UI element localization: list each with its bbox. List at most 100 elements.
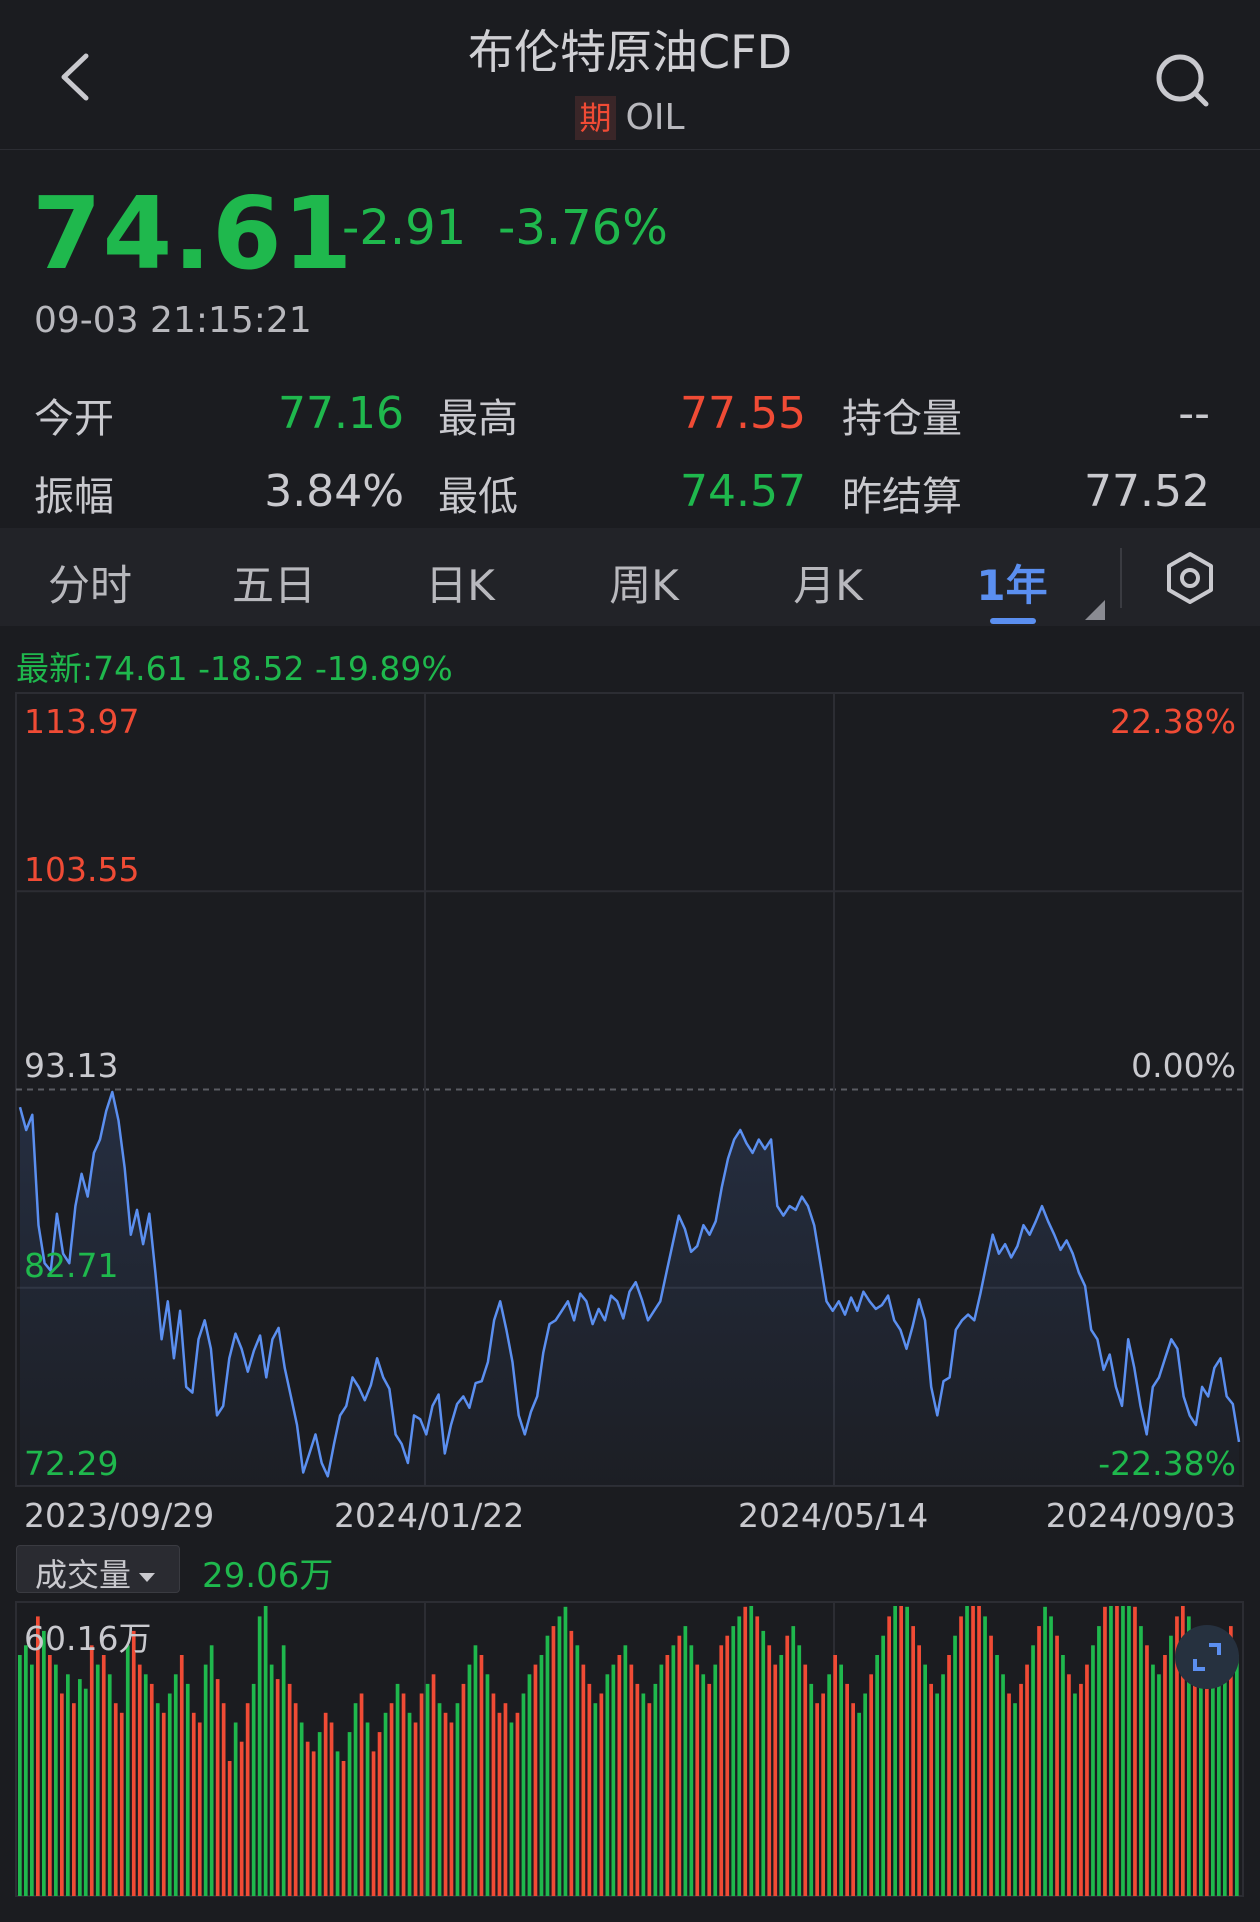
volume-bar: [689, 1645, 694, 1896]
tab-weekly-k[interactable]: 周K: [584, 552, 704, 613]
y-pct-min: -22.38%: [1098, 1444, 1236, 1483]
volume-bar: [1025, 1664, 1029, 1896]
volume-bar: [155, 1703, 160, 1896]
volume-bar: [719, 1645, 724, 1896]
volume-bar: [251, 1683, 256, 1896]
volume-bar: [887, 1616, 891, 1896]
volume-bar: [1031, 1645, 1035, 1896]
volume-bar: [563, 1606, 568, 1896]
volume-bar: [797, 1645, 802, 1896]
volume-bar: [431, 1674, 436, 1896]
volume-bar: [749, 1606, 754, 1896]
y-label-min: 72.29: [24, 1444, 119, 1483]
tab-one-year[interactable]: 1年: [952, 552, 1072, 613]
volume-bar: [1067, 1674, 1071, 1896]
settings-hexagon-icon: [1167, 552, 1213, 604]
volume-bar: [30, 1664, 34, 1896]
volume-bar: [1121, 1606, 1125, 1896]
volume-bar: [18, 1655, 22, 1896]
volume-bar: [761, 1630, 766, 1896]
volume-bar: [839, 1664, 843, 1896]
quote-time: 09-03 21:15:21: [34, 300, 312, 341]
price-line-chart[interactable]: [0, 690, 1260, 1490]
stat-value-prev-settle: 77.52: [1084, 466, 1210, 517]
volume-bar: [467, 1664, 472, 1896]
volume-bar: [869, 1674, 873, 1896]
volume-bar: [527, 1674, 532, 1896]
volume-bar: [1235, 1655, 1239, 1896]
volume-bar: [66, 1674, 70, 1896]
volume-bar: [78, 1679, 82, 1896]
volume-bar-chart[interactable]: [0, 1600, 1260, 1900]
volume-bar: [443, 1712, 448, 1896]
volume-bar: [941, 1674, 945, 1896]
volume-bar: [245, 1703, 250, 1896]
volume-bar: [1019, 1683, 1023, 1896]
tab-intraday[interactable]: 分时: [30, 552, 150, 613]
volume-bar: [587, 1683, 592, 1896]
volume-bar: [1109, 1606, 1113, 1896]
volume-bar: [305, 1741, 310, 1896]
volume-bar: [911, 1626, 915, 1896]
volume-bar: [953, 1635, 957, 1896]
tab-monthly-k[interactable]: 月K: [768, 552, 888, 613]
volume-bar: [215, 1679, 220, 1896]
volume-bar: [179, 1655, 184, 1896]
volume-bar: [503, 1703, 508, 1896]
volume-bar: [24, 1645, 28, 1896]
volume-bar: [377, 1732, 382, 1896]
volume-bar: [803, 1664, 808, 1896]
volume-bar: [659, 1664, 664, 1896]
volume-bar: [509, 1722, 514, 1896]
volume-bar: [1079, 1683, 1083, 1896]
volume-bar: [125, 1645, 130, 1896]
volume-bar: [1001, 1674, 1005, 1896]
volume-bar: [959, 1616, 963, 1896]
volume-bar: [317, 1732, 322, 1896]
volume-bar: [1145, 1645, 1149, 1896]
volume-bar: [1073, 1693, 1077, 1896]
volume-bar: [755, 1616, 760, 1896]
volume-bar: [131, 1630, 136, 1896]
tab-daily-k[interactable]: 日K: [400, 552, 520, 613]
volume-bar: [893, 1606, 897, 1896]
volume-bar: [287, 1683, 292, 1896]
tab-five-day[interactable]: 五日: [214, 552, 334, 613]
volume-bar: [239, 1741, 244, 1896]
search-button[interactable]: [1150, 48, 1216, 114]
volume-bar: [89, 1645, 94, 1896]
stat-value-amplitude: 3.84%: [264, 466, 404, 517]
volume-bar: [539, 1655, 544, 1896]
volume-bar: [323, 1712, 328, 1896]
volume-bar: [767, 1645, 772, 1896]
chart-settings-button[interactable]: [1162, 550, 1218, 606]
expand-chart-button[interactable]: [1175, 1625, 1239, 1689]
volume-bar: [995, 1655, 999, 1896]
volume-bar: [851, 1703, 855, 1896]
volume-bar: [593, 1703, 598, 1896]
volume-bar: [1055, 1635, 1059, 1896]
volume-bar: [1139, 1626, 1143, 1896]
indicator-dropdown[interactable]: 成交量: [16, 1545, 180, 1594]
volume-bars: [18, 1606, 1239, 1896]
volume-bar: [1169, 1635, 1173, 1896]
chart-summary: 最新:74.61 -18.52 -19.89%: [16, 649, 453, 688]
volume-bar: [233, 1722, 238, 1896]
current-price: 74.61: [32, 175, 354, 292]
x-label-end: 2024/09/03: [1045, 1496, 1236, 1535]
volume-bar: [1127, 1606, 1131, 1896]
volume-bar: [101, 1655, 106, 1896]
more-periods-corner-icon[interactable]: [1085, 600, 1105, 620]
volume-bar: [227, 1761, 232, 1896]
volume-bar: [359, 1693, 364, 1896]
volume-max-label: 60.16万: [24, 1619, 152, 1658]
volume-bar: [881, 1635, 885, 1896]
volume-bar: [72, 1703, 76, 1896]
volume-bar: [617, 1655, 622, 1896]
volume-bar: [425, 1683, 430, 1896]
volume-bar: [395, 1683, 400, 1896]
volume-bar: [54, 1664, 58, 1896]
volume-bar: [611, 1664, 616, 1896]
volume-bar: [221, 1703, 226, 1896]
stat-value-high: 77.55: [680, 388, 806, 439]
